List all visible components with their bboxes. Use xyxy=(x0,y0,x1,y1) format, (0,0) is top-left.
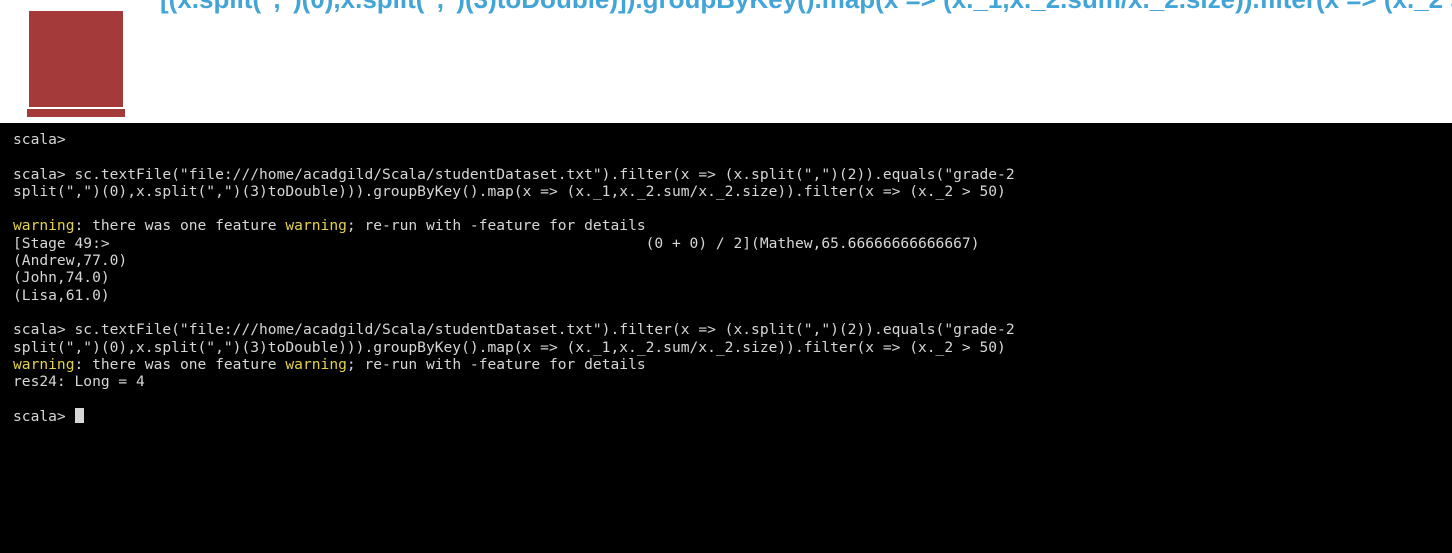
command-line: scala> sc.textFile("file:///home/acadgil… xyxy=(13,165,1015,183)
command-line-continued: split(",")(0),x.split(",")(3)toDouble)))… xyxy=(13,182,1006,200)
warning-line: warning: there was one feature warning; … xyxy=(13,355,646,373)
active-prompt-line[interactable]: scala> xyxy=(13,407,1452,425)
warning-keyword: warning xyxy=(285,217,347,235)
output-line: (Lisa,61.0) xyxy=(13,286,110,304)
command-line: scala> sc.textFile("file:///home/acadgil… xyxy=(13,321,1015,339)
warning-line: warning: there was one feature warning; … xyxy=(13,217,646,235)
output-line: (Andrew,77.0) xyxy=(13,252,128,270)
logo-body xyxy=(29,11,123,107)
terminal-window[interactable]: scala> scala> sc.textFile("file:///home/a… xyxy=(0,123,1452,553)
command-line-continued: split(",")(0),x.split(",")(3)toDouble)))… xyxy=(13,338,1006,356)
logo-icon xyxy=(27,11,125,119)
stage-progress-line: [Stage 49:> (0 + 0) / 2](Mathew,65.66666… xyxy=(13,234,980,252)
prompt-text: scala> xyxy=(13,407,75,425)
warning-label: warning xyxy=(13,355,75,373)
text-cursor[interactable] xyxy=(74,407,84,423)
page-header-area: [(x.split(",")(0),x.split(",")(3)toDoubl… xyxy=(0,0,1452,123)
terminal-output[interactable]: scala> scala> sc.textFile("file:///home/a… xyxy=(0,123,1452,425)
warning-label: warning xyxy=(13,217,75,235)
logo-base xyxy=(27,109,125,117)
truncated-heading-text: [(x.split(",")(0),x.split(",")(3)toDoubl… xyxy=(160,0,1452,15)
warning-keyword: warning xyxy=(285,355,347,373)
prompt-line: scala> xyxy=(13,131,66,148)
output-line: (John,74.0) xyxy=(13,269,110,287)
result-line: res24: Long = 4 xyxy=(13,373,145,391)
